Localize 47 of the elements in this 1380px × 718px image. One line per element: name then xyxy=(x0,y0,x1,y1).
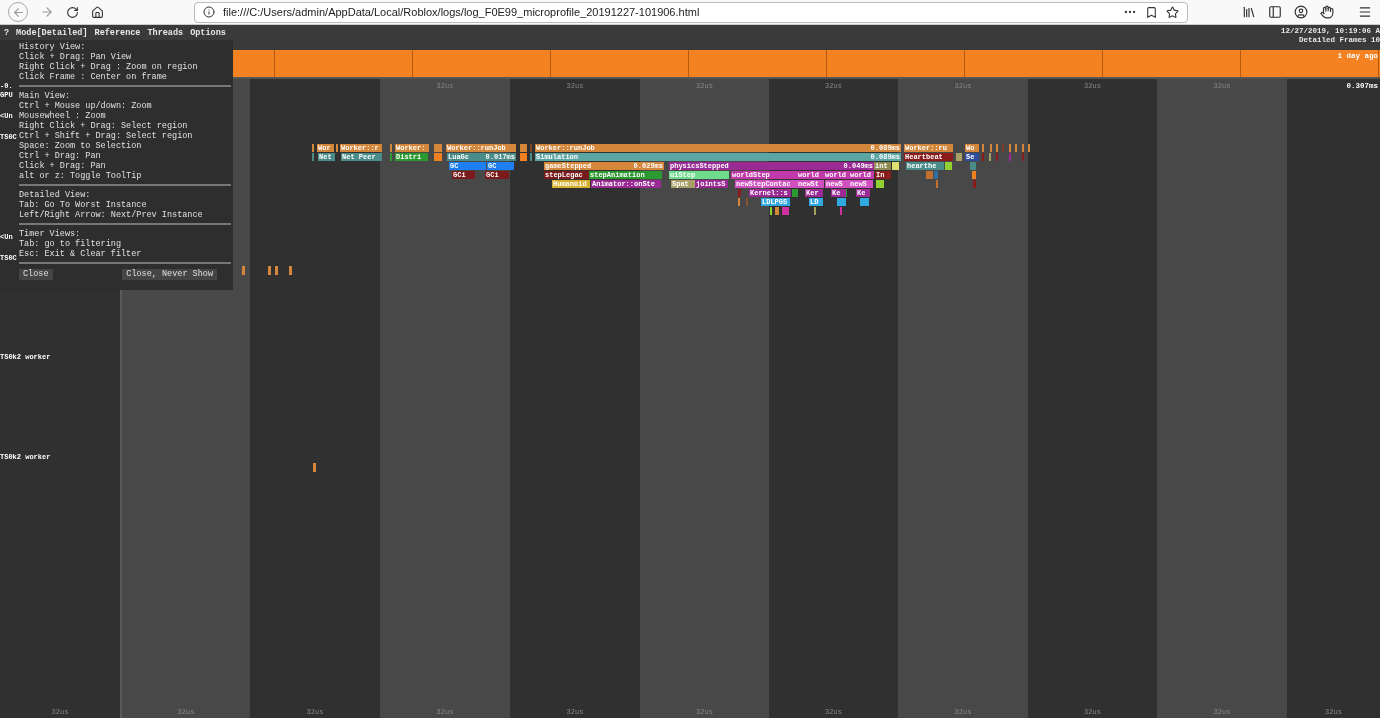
help-line: Ctrl + Mouse up/down: Zoom xyxy=(19,101,153,111)
help-heading: Main View: xyxy=(19,91,71,101)
timer-block[interactable] xyxy=(242,266,245,275)
close-button[interactable]: Close xyxy=(19,269,53,280)
help-line: Tab: go to filtering xyxy=(19,239,123,249)
help-heading: Timer Views: xyxy=(19,229,82,239)
help-line: Right Click + Drag : Zoom on region xyxy=(19,62,199,72)
sidebar-icon[interactable] xyxy=(1268,5,1282,19)
forward-button[interactable] xyxy=(40,5,54,19)
help-line: Ctrl + Shift + Drag: Select region xyxy=(19,131,194,141)
close-button[interactable]: Close, Never Show xyxy=(122,269,217,280)
menu-item[interactable]: ? xyxy=(4,27,10,40)
info-icon[interactable] xyxy=(203,6,215,18)
help-line: Click + Drag: Pan xyxy=(19,161,107,171)
timer-block[interactable] xyxy=(876,180,884,188)
help-line: Click Frame : Center on frame xyxy=(19,72,168,82)
help-heading: Detailed View: xyxy=(19,190,92,200)
help-line: Mousewheel : Zoom xyxy=(19,111,107,121)
help-heading: History View: xyxy=(19,42,87,52)
url-field[interactable]: file:///C:/Users/admin/AppData/Local/Roblox/logs/log_F0E99_microprofile_20191227-101906.html xyxy=(194,1,1188,23)
help-line: Click + Drag: Pan View xyxy=(19,52,133,62)
help-line: Left/Right Arrow: Next/Prev Instance xyxy=(19,210,204,220)
reload-button[interactable] xyxy=(66,5,79,19)
help-line: Ctrl + Drag: Pan xyxy=(19,151,102,161)
timer-block[interactable] xyxy=(313,463,316,472)
menu-item[interactable]: Options xyxy=(190,27,226,40)
timer-block[interactable] xyxy=(892,162,899,170)
library-icon[interactable] xyxy=(1242,5,1256,19)
star-icon[interactable] xyxy=(1166,5,1179,19)
help-line: Right Click + Drag: Select region xyxy=(19,121,189,131)
timer-block[interactable] xyxy=(792,189,798,197)
back-arrow-icon xyxy=(11,5,25,19)
help-line: alt or z: Toggle ToolTip xyxy=(19,171,143,181)
home-button[interactable] xyxy=(91,5,104,19)
timer-block[interactable] xyxy=(860,198,869,206)
menu-item[interactable]: Threads xyxy=(147,27,184,40)
help-line: Space: Zoom to Selection xyxy=(19,141,143,151)
menu-item[interactable]: Reference xyxy=(94,27,141,40)
help-line: Esc: Exit & Clear filter xyxy=(19,249,143,259)
timer-block[interactable] xyxy=(289,266,292,275)
pocket-icon[interactable] xyxy=(1145,5,1158,19)
menu-item[interactable]: Mode[Detailed] xyxy=(16,27,88,40)
account-icon[interactable] xyxy=(1294,5,1308,19)
url-text: file:///C:/Users/admin/AppData/Local/Roblox/logs/log_F0E99_microprofile_20191227-101906.html xyxy=(223,4,700,20)
menu-icon[interactable] xyxy=(1358,5,1372,19)
help-line: Tab: Go To Worst Instance xyxy=(19,200,148,210)
shield-icon[interactable] xyxy=(1320,5,1334,19)
